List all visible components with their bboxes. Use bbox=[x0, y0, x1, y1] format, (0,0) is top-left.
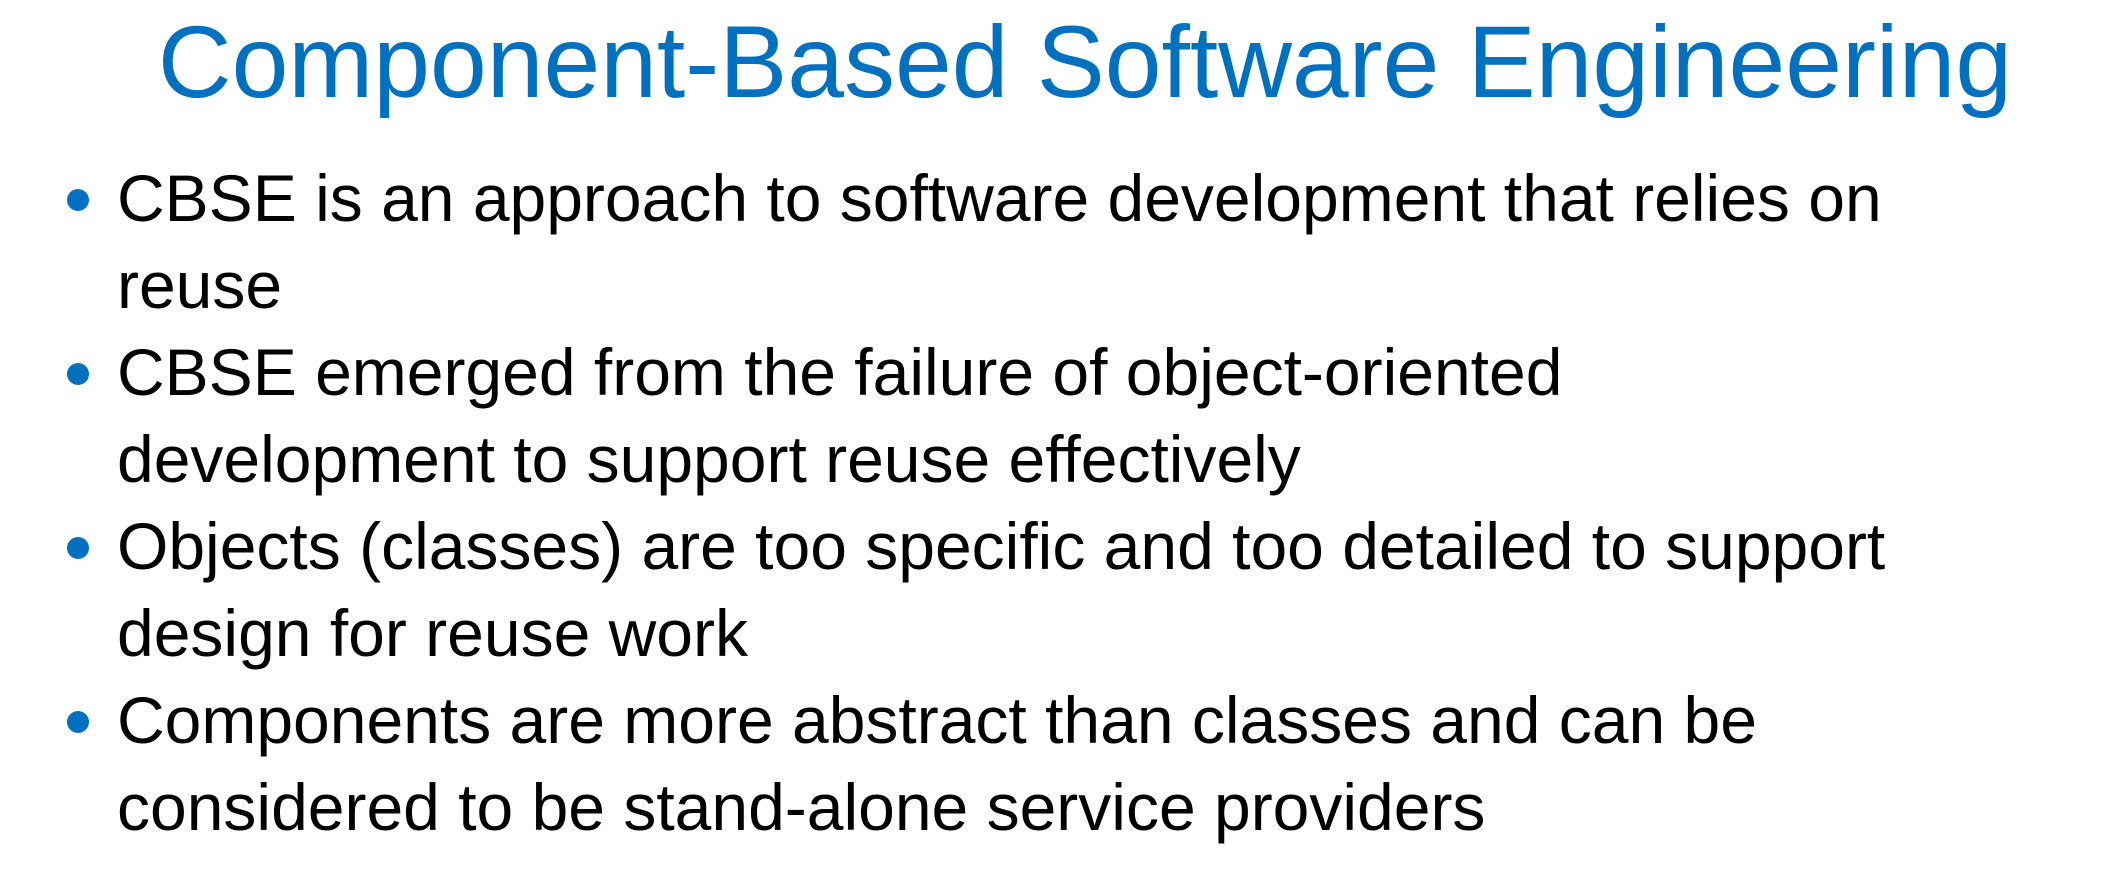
slide: Component-Based Software Engineering CBS… bbox=[0, 0, 2122, 886]
bullet-line: considered to be stand-alone service pro… bbox=[117, 770, 1486, 844]
bullet-line: Objects (classes) are too specific and t… bbox=[117, 509, 1886, 583]
bullet-dot-icon bbox=[67, 711, 89, 733]
bullet-line: CBSE is an approach to software developm… bbox=[117, 161, 1882, 235]
bullet-line: design for reuse work bbox=[117, 596, 748, 670]
bullet-item: Objects (classes) are too specific and t… bbox=[64, 503, 2094, 677]
bullet-dot-icon bbox=[67, 537, 89, 559]
bullet-dot-icon bbox=[67, 363, 89, 385]
bullet-dot-icon bbox=[67, 189, 89, 211]
bullet-list: CBSE is an approach to software developm… bbox=[64, 155, 2094, 851]
bullet-line: reuse bbox=[117, 248, 283, 322]
bullet-item: CBSE emerged from the failure of object-… bbox=[64, 329, 2094, 503]
slide-title: Component-Based Software Engineering bbox=[157, 5, 2013, 119]
bullet-line: CBSE emerged from the failure of object-… bbox=[117, 335, 1563, 409]
bullet-line: development to support reuse effectively bbox=[117, 422, 1301, 496]
bullet-line: Components are more abstract than classe… bbox=[117, 683, 1757, 757]
bullet-item: CBSE is an approach to software developm… bbox=[64, 155, 2094, 329]
bullet-item: Components are more abstract than classe… bbox=[64, 677, 2094, 851]
